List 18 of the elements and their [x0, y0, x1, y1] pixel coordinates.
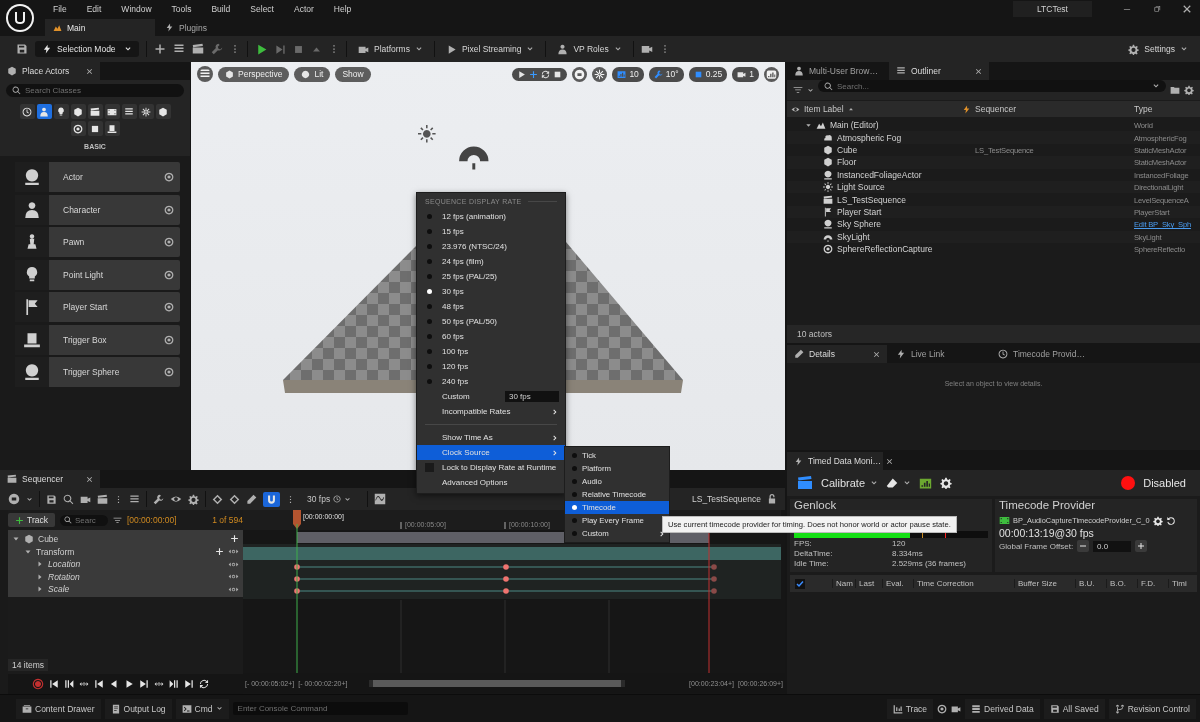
panel-title: Timecode Provider — [999, 499, 1097, 512]
stat-value: 8.334ms — [892, 549, 923, 558]
key-count: 1 of 594 — [212, 515, 243, 525]
window-title: LTCTest — [1012, 0, 1092, 17]
field-label: Global Frame Offset: — [999, 541, 1074, 551]
panel-title: Genlock — [794, 499, 838, 512]
stat-value: 2.529ms (36 frames) — [892, 559, 966, 568]
timecode-value: 00:00:13:19@30 fps — [999, 527, 1095, 539]
status-label: Disabled — [1143, 477, 1186, 489]
menu-label: Custom — [442, 392, 470, 401]
stat-label: DeltaTime: — [794, 549, 834, 558]
sequence-name: LS_TestSequence — [692, 494, 761, 504]
actor-count: 10 actors — [797, 329, 832, 339]
stat-label: Idle Time: — [794, 559, 830, 568]
stat-value: 120 — [892, 539, 906, 548]
stat-label: FPS: — [794, 539, 813, 548]
item-count: 14 items — [8, 659, 49, 671]
current-time: [00:00:00:00] — [126, 515, 177, 525]
